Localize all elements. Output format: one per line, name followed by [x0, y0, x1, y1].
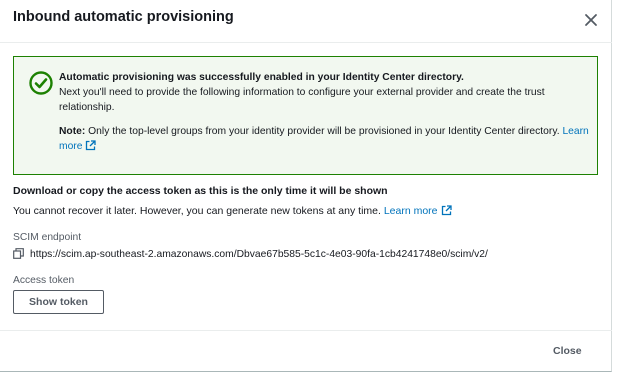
note-text: Only the top-level groups from your iden… — [85, 126, 563, 137]
scim-endpoint-row: https://scim.ap-southeast-2.amazonaws.co… — [13, 248, 488, 262]
flash-note: Note: Only the top-level groups from you… — [59, 124, 589, 156]
close-button[interactable]: Close — [545, 341, 590, 361]
modal-footer: Close — [0, 330, 612, 372]
show-token-button[interactable]: Show token — [13, 290, 104, 314]
token-learn-more-label: Learn more — [383, 205, 438, 217]
close-icon[interactable] — [580, 9, 602, 31]
success-check-circle-icon — [28, 70, 54, 96]
note-label: Note: — [59, 126, 86, 137]
token-learn-more-link[interactable]: Learn more — [384, 205, 452, 217]
token-subtext: You cannot recover it later. However, yo… — [13, 205, 384, 217]
external-link-icon — [85, 140, 97, 156]
modal-header: Inbound automatic provisioning — [0, 0, 612, 43]
scim-endpoint-label: SCIM endpoint — [13, 232, 82, 243]
external-link-icon — [441, 205, 452, 219]
token-section-subtext: You cannot recover it later. However, yo… — [13, 205, 452, 219]
flash-heading: Automatic provisioning was successfully … — [59, 72, 464, 83]
flash-content: Automatic provisioning was successfully … — [59, 70, 589, 156]
modal-title: Inbound automatic provisioning — [13, 9, 234, 25]
token-section-heading: Download or copy the access token as thi… — [13, 185, 388, 197]
copy-icon[interactable] — [13, 248, 24, 262]
provisioning-modal: Inbound automatic provisioning Automatic… — [0, 0, 612, 372]
flash-message: Next you'll need to provide the followin… — [59, 87, 545, 113]
success-flashbar: Automatic provisioning was successfully … — [13, 56, 598, 175]
scim-endpoint-url: https://scim.ap-southeast-2.amazonaws.co… — [30, 249, 488, 260]
access-token-label: Access token — [13, 275, 75, 286]
